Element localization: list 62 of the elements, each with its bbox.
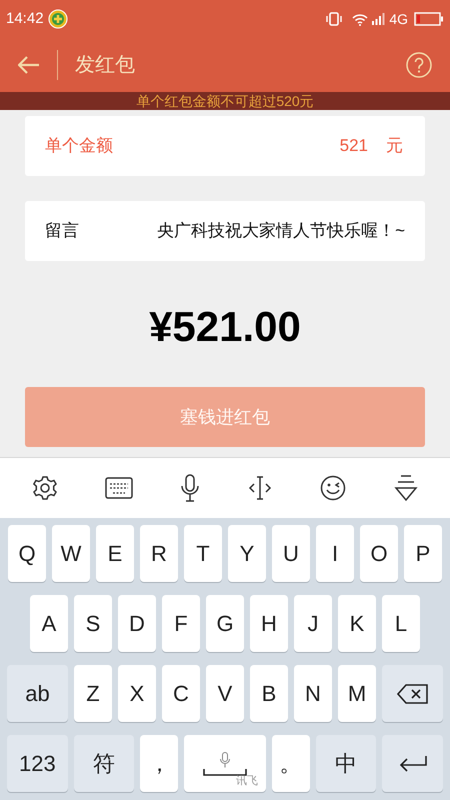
settings-icon[interactable] — [32, 475, 58, 501]
keyboard-key[interactable]: 中 — [316, 735, 376, 792]
backspace-icon — [396, 684, 428, 704]
keyboard-key[interactable]: S — [74, 595, 112, 652]
page-title: 发红包 — [75, 53, 135, 78]
keyboard-key[interactable]: W — [52, 525, 90, 582]
keyboard-key[interactable]: Z — [74, 665, 112, 722]
keyboard-icon[interactable] — [105, 477, 134, 499]
keyboard-key[interactable]: A — [30, 595, 68, 652]
keyboard-key[interactable]: M — [338, 665, 376, 722]
signal-icon — [372, 13, 386, 25]
keyboard-key[interactable] — [382, 665, 443, 722]
keyboard-key[interactable]: 123 — [6, 735, 68, 792]
back-icon[interactable] — [18, 56, 40, 74]
total-amount: ¥521.00 — [148, 302, 302, 352]
amount-label: 单个金额 — [45, 135, 114, 158]
vibrate-icon — [326, 12, 342, 26]
keyboard-key[interactable]: I — [316, 525, 354, 582]
keyboard-key[interactable]: L — [382, 595, 420, 652]
keyboard-key[interactable]: P — [404, 525, 442, 582]
network-type: 4G — [389, 10, 408, 28]
microphone-icon[interactable] — [181, 474, 200, 502]
enter-icon — [398, 754, 428, 772]
keyboard-key[interactable]: O — [360, 525, 398, 582]
message-value: 央广科技祝大家情人节快乐喔！~ — [157, 220, 405, 242]
keyboard-key[interactable]: R — [140, 525, 178, 582]
keyboard-key[interactable]: F — [162, 595, 200, 652]
keyboard-key[interactable]: 符 — [74, 735, 134, 792]
keyboard-key[interactable]: G — [206, 595, 244, 652]
warning-banner: 单个红包金额不可超过520元 — [0, 92, 450, 110]
keyboard-key[interactable]: ab — [7, 665, 68, 722]
voice-input-label: 讯飞 — [236, 774, 258, 788]
keyboard-key[interactable]: X — [118, 665, 156, 722]
keyboard-key[interactable]: 。 — [272, 735, 310, 792]
keyboard-key[interactable]: U — [272, 525, 310, 582]
keyboard-key[interactable]: J — [294, 595, 332, 652]
message-field[interactable]: 留言 央广科技祝大家情人节快乐喔！~ — [25, 201, 425, 261]
keyboard-key[interactable]: B — [250, 665, 288, 722]
status-time: 14:42 — [6, 8, 44, 29]
keyboard-key[interactable]: N — [294, 665, 332, 722]
wifi-icon — [352, 12, 368, 26]
amount-unit: 元 — [386, 135, 403, 158]
emoji-icon[interactable] — [320, 475, 346, 501]
keyboard-key[interactable]: ， — [140, 735, 178, 792]
amount-value: 521 — [340, 135, 368, 158]
app-notification-icon — [48, 9, 68, 29]
microphone-icon — [220, 752, 230, 768]
battery-icon — [414, 12, 444, 26]
space-bar-icon — [203, 768, 247, 776]
keyboard-key[interactable]: V — [206, 665, 244, 722]
hide-keyboard-icon[interactable] — [394, 474, 418, 502]
text-cursor-icon[interactable] — [246, 475, 273, 501]
message-label: 留言 — [45, 220, 80, 242]
keyboard-key[interactable]: T — [184, 525, 222, 582]
keyboard-key[interactable]: C — [162, 665, 200, 722]
keyboard-key[interactable]: Q — [8, 525, 46, 582]
keyboard-key[interactable]: K — [338, 595, 376, 652]
keyboard-key[interactable]: D — [118, 595, 156, 652]
help-icon[interactable] — [406, 52, 432, 78]
keyboard-key[interactable]: E — [96, 525, 134, 582]
keyboard-key[interactable]: H — [250, 595, 288, 652]
keyboard-key[interactable]: Y — [228, 525, 266, 582]
